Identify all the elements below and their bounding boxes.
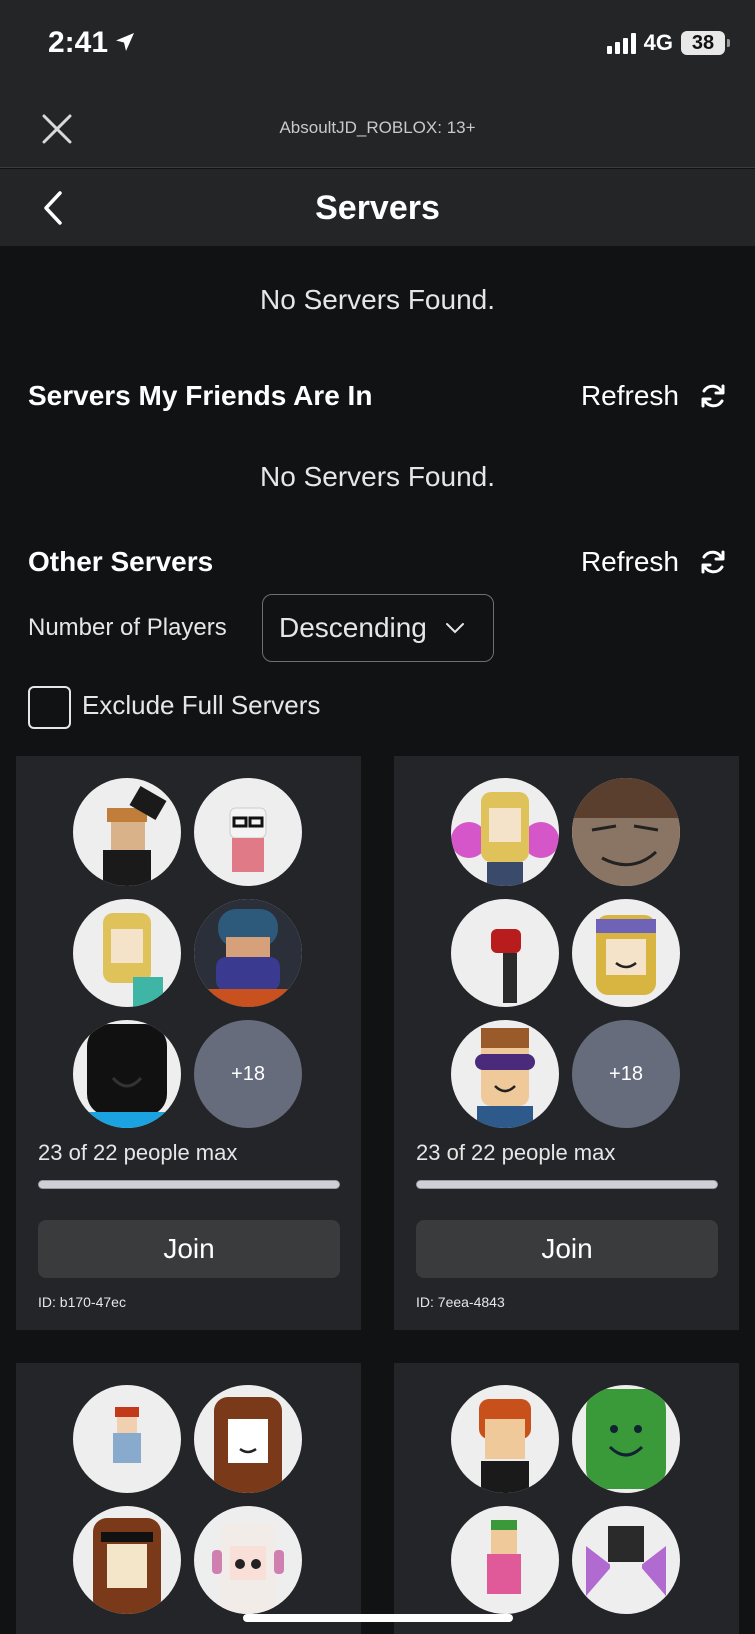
status-time: 2:41 <box>48 26 109 59</box>
player-avatar[interactable] <box>73 778 181 886</box>
player-avatar[interactable] <box>194 899 302 1007</box>
sort-label: Number of Players <box>28 614 227 641</box>
player-avatar[interactable] <box>73 1506 181 1614</box>
server-id: ID: 7eea-4843 <box>416 1294 505 1310</box>
player-avatar[interactable] <box>451 1506 559 1614</box>
sort-value: Descending <box>279 612 427 643</box>
refresh-icon <box>701 550 725 574</box>
page-header: Servers <box>0 169 755 246</box>
status-bar: 2:41 4G 38 <box>0 0 755 90</box>
server-card: +18 23 of 22 people max Join ID: b170-47… <box>16 756 361 1330</box>
signal-icon <box>606 32 636 54</box>
player-avatar[interactable] <box>572 1506 680 1614</box>
other-refresh-button[interactable]: Refresh <box>581 546 727 578</box>
server-card <box>394 1363 739 1634</box>
player-avatar[interactable] <box>194 1385 302 1493</box>
player-avatar[interactable] <box>451 1385 559 1493</box>
sort-dropdown[interactable]: Descending <box>262 594 494 662</box>
home-indicator <box>243 1614 513 1622</box>
player-avatar[interactable] <box>194 1506 302 1614</box>
chevron-down-icon <box>445 623 464 634</box>
player-avatar[interactable] <box>73 899 181 1007</box>
network-type: 4G <box>643 30 673 55</box>
friends-refresh-button[interactable]: Refresh <box>581 380 727 412</box>
page-title: Servers <box>315 189 440 227</box>
player-avatar[interactable] <box>572 1385 680 1493</box>
other-section-title: Other Servers <box>28 546 214 577</box>
empty-message: No Servers Found. <box>260 284 495 315</box>
player-avatar[interactable] <box>73 1020 181 1128</box>
top-bar: AbsoultJD_ROBLOX: 13+ <box>0 90 755 168</box>
capacity-bar <box>38 1180 340 1189</box>
exclude-full-checkbox[interactable] <box>28 686 71 729</box>
server-id: ID: b170-47ec <box>38 1294 126 1310</box>
battery-icon: 38 <box>681 31 730 55</box>
player-avatar[interactable] <box>451 778 559 886</box>
player-avatar[interactable] <box>572 899 680 1007</box>
player-avatar[interactable] <box>194 778 302 886</box>
friends-empty-message: No Servers Found. <box>260 461 495 492</box>
more-players-badge: +18 <box>194 1020 302 1128</box>
experience-title: AbsoultJD_ROBLOX: 13+ <box>279 118 476 137</box>
join-button[interactable]: Join <box>38 1220 340 1278</box>
server-capacity: 23 of 22 people max <box>38 1140 238 1165</box>
friends-section-title: Servers My Friends Are In <box>28 380 373 411</box>
refresh-label: Refresh <box>580 380 679 411</box>
exclude-full-label: Exclude Full Servers <box>82 690 321 720</box>
server-capacity: 23 of 22 people max <box>416 1140 616 1165</box>
status-indicators: 4G 38 <box>606 30 730 56</box>
server-card: +18 23 of 22 people max Join ID: 7eea-48… <box>394 756 739 1330</box>
player-avatar[interactable] <box>73 1385 181 1493</box>
player-avatar[interactable] <box>451 1020 559 1128</box>
refresh-icon <box>701 384 725 408</box>
server-card <box>16 1363 361 1634</box>
player-avatar[interactable] <box>451 899 559 1007</box>
refresh-label: Refresh <box>580 546 679 577</box>
join-button[interactable]: Join <box>416 1220 718 1278</box>
more-players-badge: +18 <box>572 1020 680 1128</box>
capacity-bar <box>416 1180 718 1189</box>
location-arrow-icon <box>116 33 134 51</box>
player-avatar[interactable] <box>572 778 680 886</box>
